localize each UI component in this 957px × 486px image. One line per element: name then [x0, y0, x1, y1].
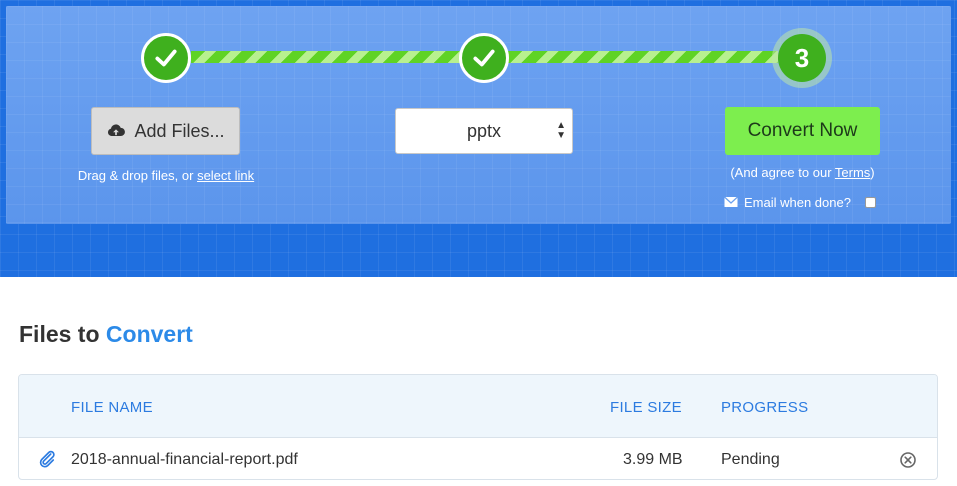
progress-track-1 — [191, 51, 461, 63]
terms-link[interactable]: Terms — [835, 165, 870, 180]
step-1-complete — [141, 33, 191, 83]
conversion-panel: 3 Add Files... Drag & drop files, or sel… — [6, 6, 951, 224]
title-prefix: Files to — [19, 321, 106, 347]
envelope-icon — [724, 196, 738, 207]
column-header-progress: PROGRESS — [721, 399, 809, 416]
terms-agreement: (And agree to our Terms) — [706, 165, 899, 180]
format-selected-value: pptx — [466, 120, 502, 141]
file-size-cell: 3.99 MB — [623, 451, 683, 468]
files-section-title: Files to Convert — [19, 321, 193, 348]
add-files-label: Add Files... — [134, 120, 225, 141]
select-arrows-icon: ▲ ▼ — [556, 120, 566, 141]
files-table: FILE NAME FILE SIZE PROGRESS 2018-annual… — [18, 374, 938, 480]
progress-cell: Pending — [721, 451, 780, 468]
step-3-number: 3 — [778, 34, 826, 82]
title-accent: Convert — [105, 321, 193, 347]
email-when-done-row: Email when done? — [724, 193, 876, 211]
check-icon — [155, 49, 177, 67]
agree-prefix: (And agree to our — [730, 165, 835, 180]
convert-now-label: Convert Now — [747, 120, 858, 141]
file-name-cell: 2018-annual-financial-report.pdf — [71, 451, 298, 468]
select-link[interactable]: select link — [197, 168, 254, 183]
email-when-done-checkbox[interactable] — [864, 196, 876, 208]
table-row: 2018-annual-financial-report.pdf 3.99 MB… — [19, 439, 937, 479]
agree-suffix: ) — [870, 165, 875, 180]
drag-drop-hint: Drag & drop files, or select link — [36, 168, 296, 183]
add-files-button[interactable]: Add Files... — [91, 107, 240, 155]
paperclip-icon — [39, 450, 55, 468]
email-when-done-label: Email when done? — [744, 194, 851, 210]
step-3-current: 3 — [772, 28, 832, 88]
progress-track-2 — [508, 51, 778, 63]
convert-now-button[interactable]: Convert Now — [725, 107, 880, 155]
remove-file-icon[interactable] — [899, 451, 917, 469]
hero-background: 3 Add Files... Drag & drop files, or sel… — [0, 0, 957, 277]
step-2-complete — [459, 33, 509, 83]
column-header-file-name: FILE NAME — [71, 399, 153, 416]
cloud-upload-icon — [108, 124, 126, 136]
check-icon — [473, 49, 495, 67]
table-header: FILE NAME FILE SIZE PROGRESS — [19, 375, 937, 438]
drag-drop-text: Drag & drop files, or — [77, 168, 198, 183]
format-select[interactable]: pptx ▲ ▼ — [395, 108, 573, 154]
column-header-file-size: FILE SIZE — [610, 399, 682, 416]
